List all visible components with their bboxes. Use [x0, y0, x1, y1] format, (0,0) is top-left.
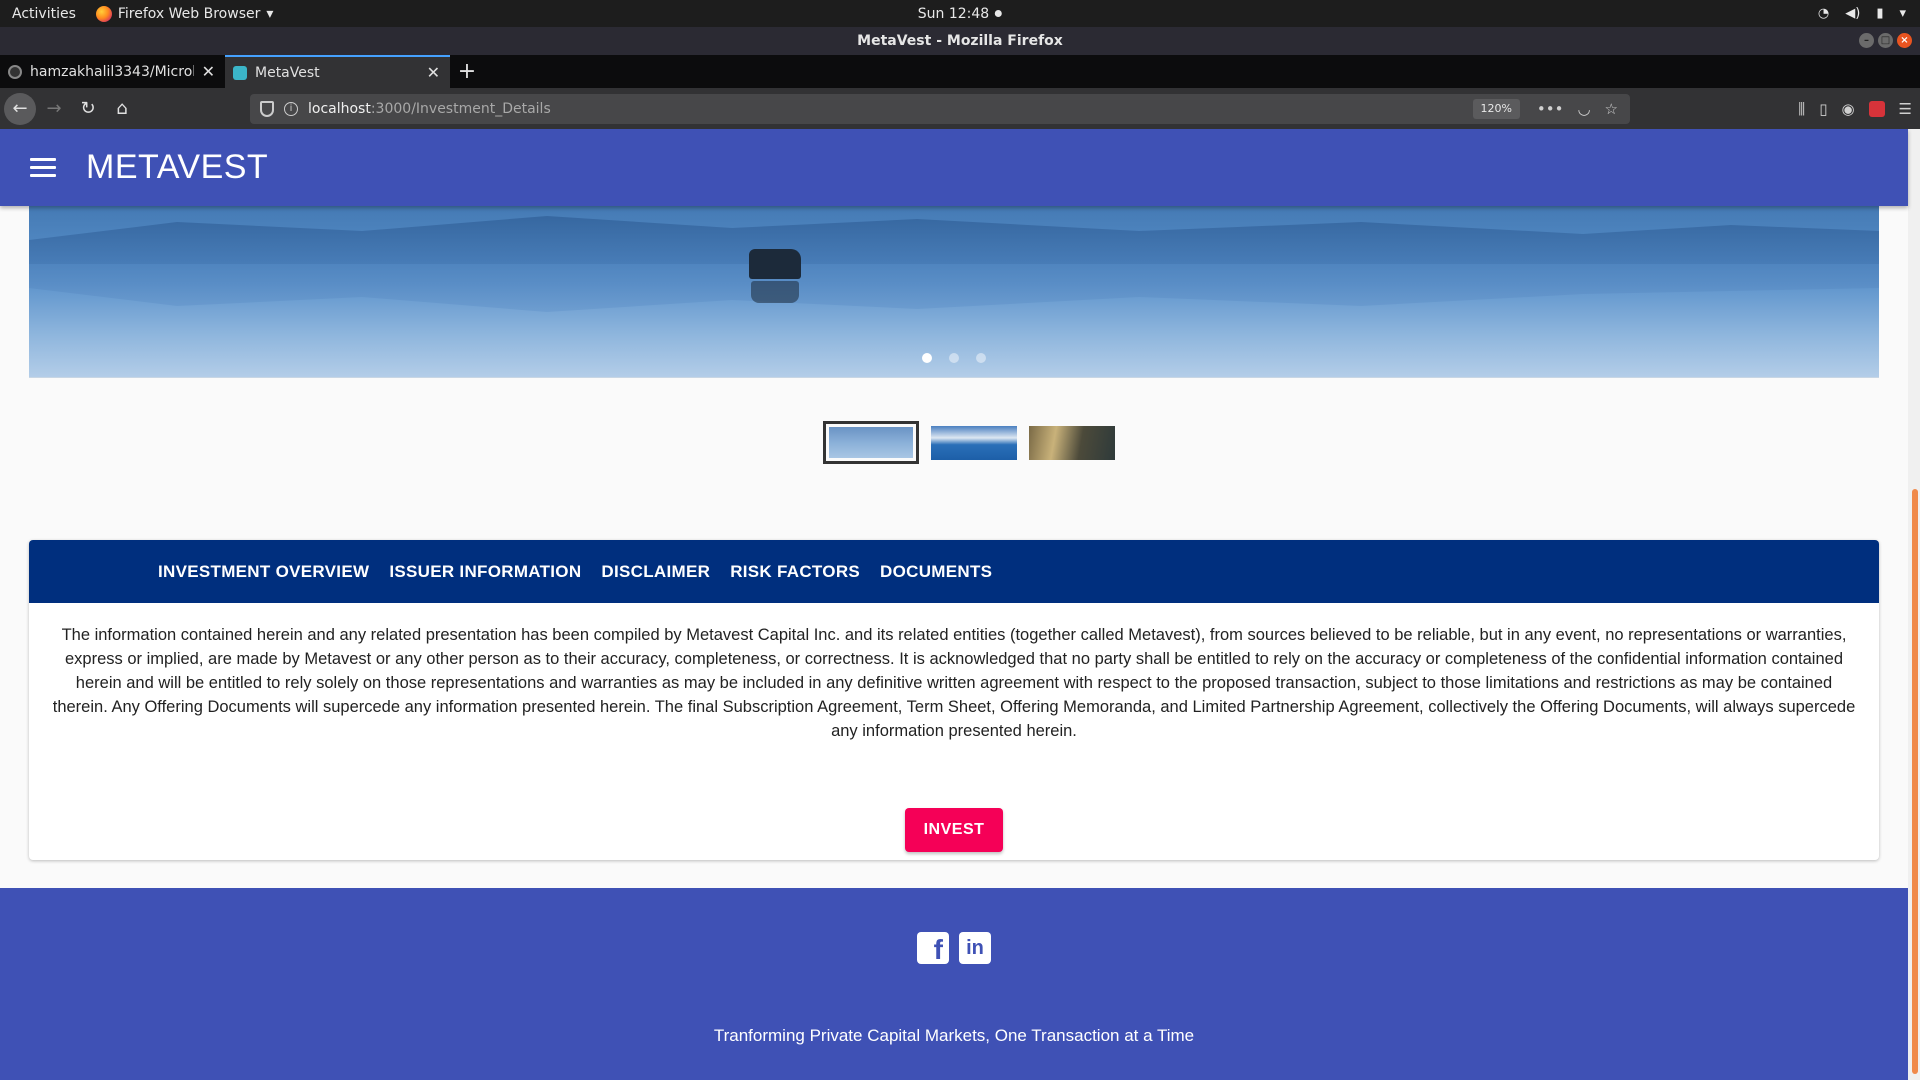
- app-menu[interactable]: Firefox Web Browser ▾: [95, 5, 274, 22]
- invest-button[interactable]: INVEST: [905, 808, 1003, 852]
- page-scrollbar[interactable]: [1908, 129, 1920, 1080]
- url-host: localhost: [308, 100, 371, 117]
- toolbar-right: ⫼ ▯ ◉ ☰: [1798, 100, 1912, 118]
- forward-button[interactable]: →: [38, 93, 70, 125]
- scrollbar-thumb[interactable]: [1912, 489, 1918, 1074]
- brand-logo[interactable]: METAVEST: [86, 148, 268, 187]
- hero-vehicle: [749, 249, 801, 279]
- reload-button[interactable]: ↻: [72, 93, 104, 125]
- page-viewport: METAVEST INVESTMENT OVERVIEW ISSUER INFO…: [0, 129, 1920, 1080]
- firefox-icon: [95, 5, 112, 22]
- tab-disclaimer[interactable]: DISCLAIMER: [601, 562, 710, 582]
- carousel-dot[interactable]: [949, 353, 959, 363]
- chevron-down-icon: ▾: [266, 5, 274, 22]
- page-actions: ••• ◡ ☆: [1537, 100, 1618, 118]
- back-button[interactable]: ←: [4, 92, 36, 125]
- carousel-dot[interactable]: [976, 353, 986, 363]
- app-menu-label: Firefox Web Browser: [117, 5, 261, 22]
- tab-title: hamzakhalil3343/Microlo: [30, 63, 194, 80]
- sidebar-icon[interactable]: ▯: [1819, 100, 1827, 118]
- maximize-button[interactable]: □: [1878, 33, 1893, 48]
- footer-tagline: Tranforming Private Capital Markets, One…: [713, 1026, 1195, 1045]
- facebook-icon[interactable]: f: [917, 932, 949, 964]
- library-icon[interactable]: ⫼: [1798, 100, 1805, 118]
- hero-vehicle-reflection: [751, 281, 799, 303]
- volume-icon: ◀): [1845, 6, 1861, 21]
- minimize-button[interactable]: –: [1859, 33, 1874, 48]
- browser-tab-metavest[interactable]: MetaVest ✕: [225, 55, 450, 88]
- tab-strip: hamzakhalil3343/Microlo ✕ MetaVest ✕ +: [0, 55, 1920, 88]
- more-actions-icon[interactable]: •••: [1537, 100, 1564, 118]
- window-title-bar: MetaVest - Mozilla Firefox – □ ×: [0, 27, 1920, 55]
- chevron-down-icon: ▾: [1899, 6, 1906, 21]
- carousel-thumbnail[interactable]: [931, 425, 1017, 460]
- carousel-thumbnail[interactable]: [1029, 425, 1115, 460]
- address-bar[interactable]: i localhost :3000/Investment_Details 120…: [250, 93, 1630, 124]
- clock-label: Sun 12:48: [917, 5, 990, 22]
- close-tab-icon[interactable]: ✕: [202, 62, 215, 81]
- close-window-button[interactable]: ×: [1897, 33, 1912, 48]
- zoom-level-button[interactable]: 120%: [1472, 98, 1520, 119]
- carousel-indicators: [29, 353, 1879, 363]
- tab-documents[interactable]: DOCUMENTS: [880, 562, 992, 582]
- bookmark-star-icon[interactable]: ☆: [1605, 100, 1618, 118]
- carousel-dot[interactable]: [922, 353, 932, 363]
- menu-icon[interactable]: ☰: [1899, 100, 1912, 118]
- tab-title: MetaVest: [255, 64, 320, 81]
- hero-image-reflection: [29, 264, 1879, 312]
- hero-image: [29, 216, 1879, 264]
- extension-icon[interactable]: [1868, 100, 1885, 117]
- window-controls: – □ ×: [1859, 33, 1912, 48]
- app-header: METAVEST: [0, 129, 1908, 206]
- window-title: MetaVest - Mozilla Firefox: [857, 33, 1063, 49]
- browser-tab-github[interactable]: hamzakhalil3343/Microlo ✕: [0, 55, 225, 88]
- linkedin-icon[interactable]: in: [959, 932, 991, 964]
- footer: f in Tranforming Private Capital Markets…: [0, 888, 1908, 1080]
- github-icon: [8, 64, 22, 79]
- url-path: :3000/Investment_Details: [370, 100, 551, 117]
- hamburger-menu-icon[interactable]: [30, 158, 56, 177]
- account-icon[interactable]: ◉: [1841, 100, 1854, 118]
- disclaimer-text: The information contained herein and any…: [52, 626, 1856, 740]
- activities-button[interactable]: Activities: [12, 6, 76, 22]
- clock[interactable]: Sun 12:48: [917, 5, 1003, 22]
- tracking-protection-icon[interactable]: [260, 100, 274, 117]
- social-links: f in: [917, 932, 991, 964]
- tab-investment-overview[interactable]: INVESTMENT OVERVIEW: [158, 562, 369, 582]
- details-tab-bar: INVESTMENT OVERVIEW ISSUER INFORMATION D…: [29, 540, 1879, 603]
- wifi-icon: ◔: [1817, 6, 1830, 21]
- navigation-toolbar: ← → ↻ ⌂ i localhost :3000/Investment_Det…: [0, 88, 1920, 129]
- site-info-icon[interactable]: i: [284, 101, 298, 116]
- battery-icon: ▮: [1876, 6, 1884, 21]
- tab-risk-factors[interactable]: RISK FACTORS: [730, 562, 860, 582]
- carousel-thumbnail[interactable]: [823, 421, 919, 464]
- system-tray[interactable]: ◔ ◀) ▮ ▾: [1818, 6, 1906, 21]
- os-top-bar: Activities Firefox Web Browser ▾ Sun 12:…: [0, 0, 1920, 27]
- home-button[interactable]: ⌂: [106, 93, 138, 125]
- notification-dot-icon: [995, 10, 1003, 17]
- tab-issuer-information[interactable]: ISSUER INFORMATION: [389, 562, 581, 582]
- pocket-icon[interactable]: ◡: [1577, 100, 1590, 118]
- new-tab-button[interactable]: +: [450, 55, 484, 88]
- close-tab-icon[interactable]: ✕: [427, 63, 440, 82]
- carousel-thumbnails: [823, 421, 1115, 464]
- investment-details-card: INVESTMENT OVERVIEW ISSUER INFORMATION D…: [29, 540, 1879, 860]
- react-icon: [233, 65, 247, 80]
